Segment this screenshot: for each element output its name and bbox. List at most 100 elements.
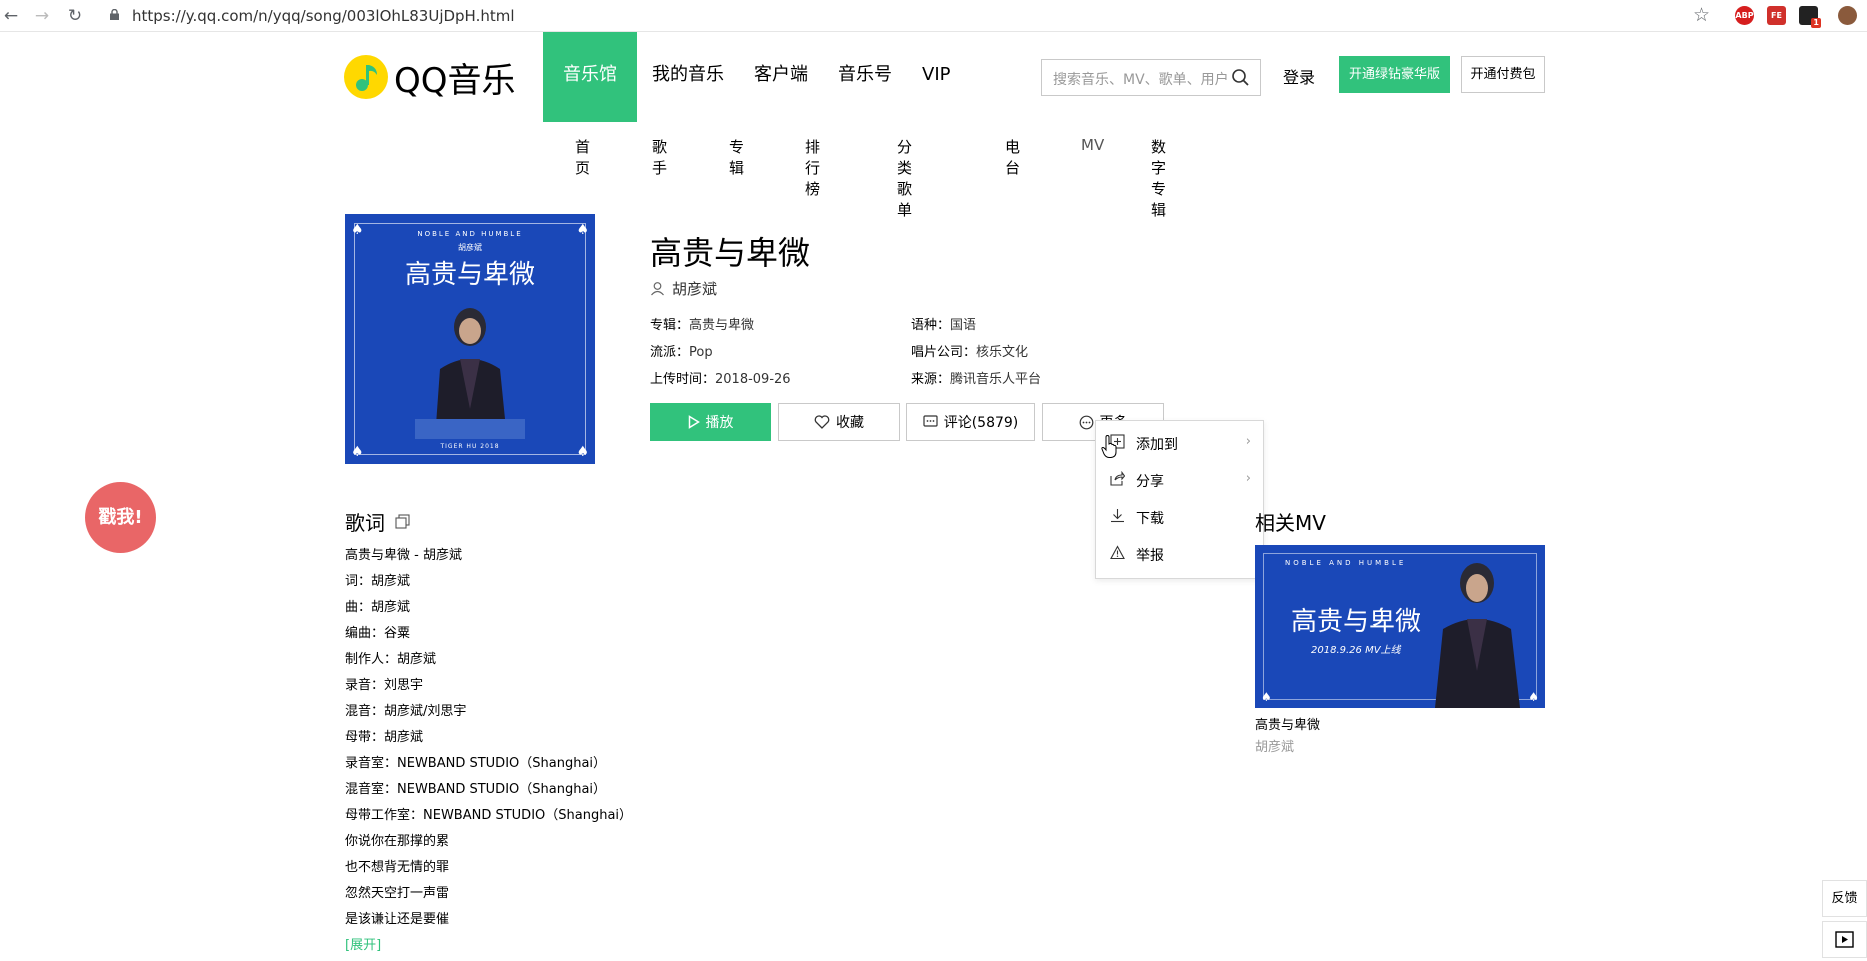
meta-genre: 流派：Pop: [650, 341, 713, 360]
lyrics-heading-text: 歌词: [345, 511, 385, 535]
fe-extension-icon[interactable]: FE: [1767, 6, 1786, 25]
menu-item-report[interactable]: 举报: [1096, 535, 1265, 572]
lyrics-line: 录音：刘思宇: [345, 678, 424, 693]
lyrics-line: 混音：胡彦斌/刘思宇: [345, 704, 467, 719]
qq-music-logo[interactable]: QQ音乐: [344, 53, 516, 101]
lyrics-line: 你说你在那撑的累: [345, 834, 450, 849]
adblock-extension-icon[interactable]: ABP: [1735, 6, 1754, 25]
menu-item-download-label: 下载: [1136, 511, 1164, 527]
spade-icon: ♠: [351, 222, 364, 238]
meta-genre-label: 流派：: [650, 345, 690, 360]
copy-icon[interactable]: [395, 514, 410, 529]
mv-thumb-en-title: NOBLE AND HUMBLE: [1285, 559, 1407, 567]
nav-music-hall[interactable]: 音乐馆: [543, 32, 637, 122]
menu-item-download[interactable]: 下载: [1096, 498, 1265, 535]
poke-me-button[interactable]: 戳我!: [85, 482, 156, 553]
comment-button[interactable]: 评论(5879): [906, 403, 1035, 441]
nav-client[interactable]: 客户端: [739, 32, 823, 122]
meta-source-value: 腾讯音乐人平台: [950, 372, 1042, 387]
subnav-charts[interactable]: 排行榜: [805, 136, 820, 199]
lyrics-line: 母带：胡彦斌: [345, 730, 424, 745]
lyrics-line: 母带工作室：NEWBAND STUDIO（Shanghai）: [345, 808, 633, 823]
search-input[interactable]: 搜索音乐、MV、歌单、用户: [1041, 59, 1261, 96]
cover-bottom-text: TIGER HU 2018: [440, 443, 500, 450]
open-pay-package-button[interactable]: 开通付费包: [1461, 56, 1545, 93]
spade-icon: ♠: [1528, 690, 1539, 704]
meta-genre-value[interactable]: Pop: [689, 345, 713, 360]
menu-item-report-label: 举报: [1136, 548, 1164, 564]
related-mv-heading: 相关MV: [1255, 511, 1326, 535]
favorite-button-label: 收藏: [836, 415, 864, 431]
subnav-mv[interactable]: MV: [1081, 136, 1104, 154]
more-icon: [1079, 415, 1093, 429]
album-cover[interactable]: NOBLE AND HUMBLE 胡彦斌 高贵与卑微 TIGER HU 2018…: [345, 214, 595, 464]
subnav-digital-albums[interactable]: 数字专辑: [1151, 136, 1166, 220]
singer-link[interactable]: 胡彦斌: [650, 278, 717, 299]
favorite-button[interactable]: 收藏: [778, 403, 900, 441]
profile-avatar[interactable]: [1838, 6, 1857, 25]
chevron-right-icon: ›: [1245, 471, 1251, 486]
related-mv-singer[interactable]: 胡彦斌: [1255, 736, 1294, 755]
subnav-playlists[interactable]: 分类歌单: [897, 136, 912, 220]
meta-album: 专辑：高贵与卑微: [650, 314, 754, 333]
open-vip-button[interactable]: 开通绿钻豪华版: [1339, 56, 1450, 93]
lyrics-line: 编曲：谷粟: [345, 626, 411, 641]
subnav-home[interactable]: 首页: [575, 136, 590, 178]
singer-name[interactable]: 胡彦斌: [672, 278, 717, 299]
nav-my-music[interactable]: 我的音乐: [637, 32, 739, 122]
reload-icon[interactable]: ↻: [64, 5, 86, 27]
menu-item-add-to[interactable]: 添加到 ›: [1096, 424, 1265, 461]
lyrics-line: 制作人：胡彦斌: [345, 652, 437, 667]
search-icon[interactable]: [1231, 68, 1250, 87]
play-window-icon: [1835, 931, 1854, 948]
download-icon: [1111, 509, 1124, 523]
heart-icon: [814, 415, 830, 429]
play-icon: [688, 415, 700, 429]
bookmark-star-icon[interactable]: ☆: [1693, 4, 1710, 26]
meta-album-value[interactable]: 高贵与卑微: [689, 318, 754, 333]
warning-icon: [1110, 545, 1125, 560]
lyrics-expand-link[interactable]: [展开]: [345, 936, 632, 961]
back-arrow-icon[interactable]: ←: [0, 5, 22, 27]
player-toggle-button[interactable]: [1822, 921, 1867, 958]
meta-source-label: 来源：: [911, 372, 951, 387]
mv-thumb-date: 2018.9.26 MV上线: [1311, 645, 1401, 656]
meta-source: 来源：腾讯音乐人平台: [911, 368, 1041, 387]
meta-upload-value: 2018-09-26: [715, 372, 791, 387]
hand-cursor-icon: [1101, 435, 1117, 458]
related-mv-thumbnail[interactable]: NOBLE AND HUMBLE 高贵与卑微 2018.9.26 MV上线 ♠ …: [1255, 545, 1545, 708]
feedback-button[interactable]: 反馈: [1822, 880, 1867, 917]
address-bar-url[interactable]: https://y.qq.com/n/yqq/song/003lOhL83UjD…: [132, 5, 515, 27]
play-button[interactable]: 播放: [650, 403, 771, 441]
user-icon: [651, 282, 664, 296]
spade-icon: ♠: [351, 444, 364, 460]
menu-item-share-label: 分享: [1136, 474, 1164, 490]
nav-vip[interactable]: VIP: [907, 32, 965, 122]
meta-company-value[interactable]: 核乐文化: [976, 345, 1028, 360]
search-placeholder: 搜索音乐、MV、歌单、用户: [1053, 72, 1229, 88]
nav-music-account[interactable]: 音乐号: [823, 32, 907, 122]
meta-upload-label: 上传时间：: [650, 372, 716, 387]
mv-portrait-image: [1435, 563, 1520, 708]
meta-company: 唱片公司：核乐文化: [911, 341, 1028, 360]
subnav-radio[interactable]: 电台: [1005, 136, 1020, 178]
lyrics-heading: 歌词: [345, 507, 410, 536]
login-link[interactable]: 登录: [1283, 64, 1315, 88]
menu-item-add-to-label: 添加到: [1136, 437, 1178, 453]
more-dropdown-menu: 添加到 › 分享 › 下载 举报: [1095, 420, 1264, 579]
related-mv-name[interactable]: 高贵与卑微: [1255, 714, 1320, 733]
lyrics-line: 混音室：NEWBAND STUDIO（Shanghai）: [345, 782, 607, 797]
subnav-albums[interactable]: 专辑: [729, 136, 744, 178]
forward-arrow-icon[interactable]: →: [31, 5, 53, 27]
subnav-singers[interactable]: 歌手: [652, 136, 667, 178]
browser-toolbar: ← → ↻ https://y.qq.com/n/yqq/song/003lOh…: [0, 0, 1867, 32]
meta-upload-time: 上传时间：2018-09-26: [650, 368, 791, 387]
cover-artist: 胡彦斌: [458, 243, 482, 252]
spade-icon: ♠: [576, 222, 589, 238]
extension-badge-icon[interactable]: 1: [1799, 6, 1821, 28]
main-nav: 音乐馆 我的音乐 客户端 音乐号 VIP: [543, 32, 965, 122]
meta-album-label: 专辑：: [650, 318, 690, 333]
menu-item-share[interactable]: 分享 ›: [1096, 461, 1265, 498]
comment-button-label: 评论(5879): [943, 415, 1019, 431]
comment-icon: [923, 415, 938, 427]
